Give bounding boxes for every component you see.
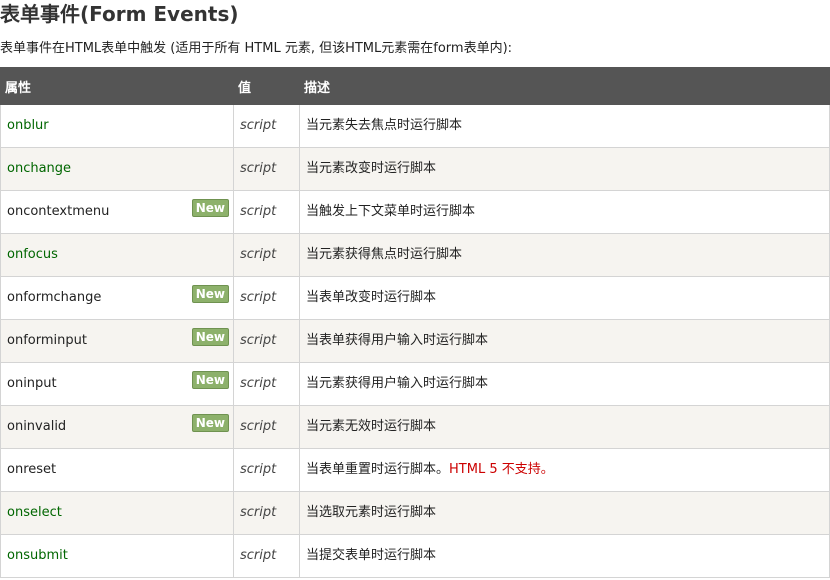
value-cell: script xyxy=(233,448,300,492)
attribute-name: onreset xyxy=(7,462,57,477)
intro-text: 表单事件在HTML表单中触发 (适用于所有 HTML 元素, 但该HTML元素需… xyxy=(0,41,513,56)
value-cell: script xyxy=(233,491,300,535)
form-events-table: 属性 值 描述 onblur script 当元素失去焦点时运行脚本 onchange… xyxy=(0,67,830,578)
attribute-cell: onformchange New xyxy=(0,276,234,320)
attribute-cell: onblur xyxy=(0,104,234,148)
value-cell: script xyxy=(233,362,300,406)
value-cell: script xyxy=(233,405,300,449)
table-row: onreset script 当表单重置时运行脚本。HTML 5 不支持。 xyxy=(0,448,830,492)
attribute-cell: onsubmit xyxy=(0,534,234,578)
unsupported-note: HTML 5 不支持。 xyxy=(449,462,554,477)
description-cell: 当元素获得用户输入时运行脚本 xyxy=(299,362,830,406)
table-row: onforminput New script 当表单获得用户输入时运行脚本 xyxy=(0,319,830,363)
description-text: 当触发上下文菜单时运行脚本 xyxy=(306,204,476,219)
description-text: 当表单重置时运行脚本。 xyxy=(306,462,450,477)
description-text: 当元素获得用户输入时运行脚本 xyxy=(306,376,489,391)
attribute-cell: oninvalid New xyxy=(0,405,234,449)
value-cell: script xyxy=(233,276,300,320)
description-text: 当元素无效时运行脚本 xyxy=(306,419,437,434)
value-cell: script xyxy=(233,147,300,191)
value-cell: script xyxy=(233,104,300,148)
description-cell: 当表单获得用户输入时运行脚本 xyxy=(299,319,830,363)
new-badge: New xyxy=(191,199,229,217)
attribute-name: oninvalid xyxy=(7,419,67,434)
description-cell: 当元素失去焦点时运行脚本 xyxy=(299,104,830,148)
attribute-link[interactable]: onblur xyxy=(7,118,49,133)
value-cell: script xyxy=(233,233,300,277)
description-cell: 当元素改变时运行脚本 xyxy=(299,147,830,191)
attribute-cell: onfocus xyxy=(0,233,234,277)
description-text: 当元素失去焦点时运行脚本 xyxy=(306,118,463,133)
description-cell: 当触发上下文菜单时运行脚本 xyxy=(299,190,830,234)
table-header-row: 属性 值 描述 xyxy=(0,67,830,105)
page-title: 表单事件(Form Events) xyxy=(0,2,239,26)
description-text: 当元素改变时运行脚本 xyxy=(306,161,437,176)
attribute-link[interactable]: onsubmit xyxy=(7,548,68,563)
description-text: 当选取元素时运行脚本 xyxy=(306,505,437,520)
table-row: onselect script 当选取元素时运行脚本 xyxy=(0,491,830,535)
attribute-name: onformchange xyxy=(7,290,102,305)
table-row: onblur script 当元素失去焦点时运行脚本 xyxy=(0,104,830,148)
header-description: 描述 xyxy=(299,67,830,105)
attribute-cell: onselect xyxy=(0,491,234,535)
table-row: onformchange New script 当表单改变时运行脚本 xyxy=(0,276,830,320)
table-row: oninput New script 当元素获得用户输入时运行脚本 xyxy=(0,362,830,406)
header-attribute: 属性 xyxy=(0,67,234,105)
attribute-cell: oncontextmenu New xyxy=(0,190,234,234)
attribute-link[interactable]: onchange xyxy=(7,161,71,176)
header-value: 值 xyxy=(233,67,300,105)
value-cell: script xyxy=(233,534,300,578)
new-badge: New xyxy=(191,328,229,346)
attribute-cell: onchange xyxy=(0,147,234,191)
new-badge: New xyxy=(191,285,229,303)
description-text: 当表单改变时运行脚本 xyxy=(306,290,437,305)
table-row: oncontextmenu New script 当触发上下文菜单时运行脚本 xyxy=(0,190,830,234)
table-row: onfocus script 当元素获得焦点时运行脚本 xyxy=(0,233,830,277)
attribute-name: onforminput xyxy=(7,333,87,348)
table-row: onsubmit script 当提交表单时运行脚本 xyxy=(0,534,830,578)
table-body: onblur script 当元素失去焦点时运行脚本 onchange script 当元… xyxy=(0,104,830,578)
description-cell: 当提交表单时运行脚本 xyxy=(299,534,830,578)
description-cell: 当表单改变时运行脚本 xyxy=(299,276,830,320)
table-row: onchange script 当元素改变时运行脚本 xyxy=(0,147,830,191)
attribute-cell: oninput New xyxy=(0,362,234,406)
attribute-link[interactable]: onselect xyxy=(7,505,62,520)
attribute-cell: onreset xyxy=(0,448,234,492)
table-row: oninvalid New script 当元素无效时运行脚本 xyxy=(0,405,830,449)
description-cell: 当元素获得焦点时运行脚本 xyxy=(299,233,830,277)
attribute-name: oninput xyxy=(7,376,57,391)
value-cell: script xyxy=(233,319,300,363)
page: 表单事件(Form Events) 表单事件在HTML表单中触发 (适用于所有 … xyxy=(0,0,830,580)
description-text: 当表单获得用户输入时运行脚本 xyxy=(306,333,489,348)
new-badge: New xyxy=(191,371,229,389)
description-text: 当元素获得焦点时运行脚本 xyxy=(306,247,463,262)
value-cell: script xyxy=(233,190,300,234)
new-badge: New xyxy=(191,414,229,432)
description-cell: 当选取元素时运行脚本 xyxy=(299,491,830,535)
attribute-cell: onforminput New xyxy=(0,319,234,363)
description-text: 当提交表单时运行脚本 xyxy=(306,548,437,563)
description-cell: 当元素无效时运行脚本 xyxy=(299,405,830,449)
attribute-name: oncontextmenu xyxy=(7,204,110,219)
attribute-link[interactable]: onfocus xyxy=(7,247,58,262)
description-cell: 当表单重置时运行脚本。HTML 5 不支持。 xyxy=(299,448,830,492)
